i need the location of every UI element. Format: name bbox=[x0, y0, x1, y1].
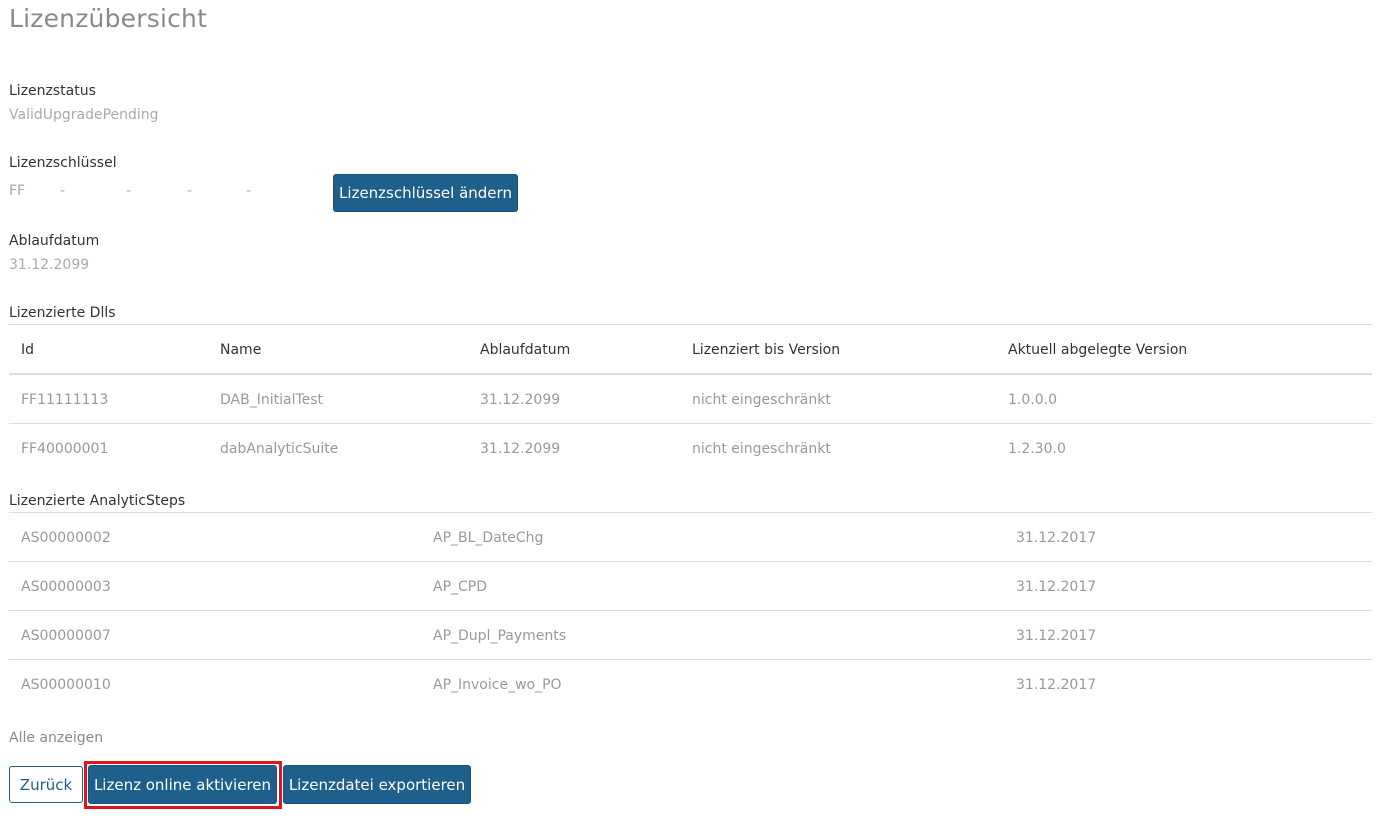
column-header-id: Id bbox=[21, 342, 35, 358]
license-key-label: Lizenzschlüssel bbox=[9, 155, 117, 171]
export-license-file-button[interactable]: Lizenzdatei exportieren bbox=[283, 765, 471, 804]
activate-online-button[interactable]: Lizenz online aktivieren bbox=[88, 765, 277, 804]
dll-expiry: 31.12.2099 bbox=[480, 392, 561, 408]
steps-section-label: Lizenzierte AnalyticSteps bbox=[9, 493, 186, 509]
column-header-expiry: Ablaufdatum bbox=[480, 342, 571, 358]
license-overview-page: Lizenzübersicht Lizenzstatus ValidUpgrad… bbox=[0, 0, 1387, 818]
step-expiry: 31.12.2017 bbox=[1016, 579, 1097, 595]
expiry-label: Ablaufdatum bbox=[9, 233, 100, 249]
dll-current-version: 1.2.30.0 bbox=[1008, 441, 1066, 457]
license-key-separator: - bbox=[126, 183, 132, 199]
change-license-key-button[interactable]: Lizenzschlüssel ändern bbox=[333, 174, 518, 212]
license-key-separator: - bbox=[60, 183, 66, 199]
step-name: AP_Invoice_wo_PO bbox=[433, 677, 562, 693]
dll-expiry: 31.12.2099 bbox=[480, 441, 561, 457]
expiry-value: 31.12.2099 bbox=[9, 257, 90, 273]
license-key-separator: - bbox=[246, 183, 252, 199]
step-id: AS00000010 bbox=[21, 677, 111, 693]
dlls-section-label: Lizenzierte Dlls bbox=[9, 305, 116, 321]
step-id: AS00000007 bbox=[21, 628, 111, 644]
table-divider bbox=[9, 324, 1372, 325]
step-expiry: 31.12.2017 bbox=[1016, 628, 1097, 644]
dll-id: FF11111113 bbox=[21, 392, 109, 408]
dll-id: FF40000001 bbox=[21, 441, 109, 457]
dll-name: dabAnalyticSuite bbox=[220, 441, 339, 457]
table-divider bbox=[9, 610, 1372, 611]
dll-current-version: 1.0.0.0 bbox=[1008, 392, 1057, 408]
dll-licensed-version: nicht eingeschränkt bbox=[692, 441, 831, 457]
step-expiry: 31.12.2017 bbox=[1016, 677, 1097, 693]
step-id: AS00000003 bbox=[21, 579, 111, 595]
page-title: Lizenzübersicht bbox=[9, 4, 208, 33]
step-name: AP_Dupl_Payments bbox=[433, 628, 567, 644]
status-label: Lizenzstatus bbox=[9, 83, 96, 99]
dll-licensed-version: nicht eingeschränkt bbox=[692, 392, 831, 408]
table-divider bbox=[9, 659, 1372, 660]
table-divider bbox=[9, 561, 1372, 562]
column-header-current-version: Aktuell abgelegte Version bbox=[1008, 342, 1188, 358]
step-name: AP_BL_DateChg bbox=[433, 530, 544, 546]
table-divider bbox=[9, 423, 1372, 424]
status-value: ValidUpgradePending bbox=[9, 107, 159, 123]
column-header-licensed-version: Lizenziert bis Version bbox=[692, 342, 841, 358]
step-name: AP_CPD bbox=[433, 579, 488, 595]
license-key-separator: - bbox=[187, 183, 193, 199]
back-button[interactable]: Zurück bbox=[9, 766, 83, 803]
step-id: AS00000002 bbox=[21, 530, 111, 546]
dll-name: DAB_InitialTest bbox=[220, 392, 324, 408]
license-key-segment: FF bbox=[9, 183, 26, 199]
show-all-link[interactable]: Alle anzeigen bbox=[9, 730, 103, 746]
table-header-divider bbox=[9, 373, 1372, 375]
step-expiry: 31.12.2017 bbox=[1016, 530, 1097, 546]
table-divider bbox=[9, 512, 1372, 513]
column-header-name: Name bbox=[220, 342, 262, 358]
